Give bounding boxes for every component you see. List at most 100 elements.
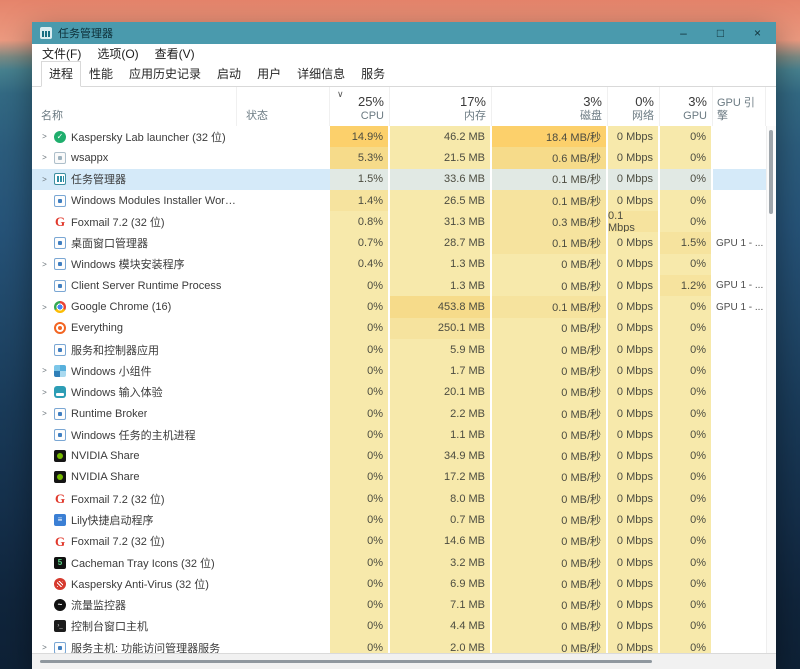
disk-cell: 0 MB/秒 <box>492 254 608 275</box>
column-header-gpu[interactable]: 3%GPU <box>660 87 713 127</box>
process-name: Client Server Runtime Process <box>71 280 221 292</box>
net-cell: 0 Mbps <box>608 445 660 466</box>
mem-cell: 20.1 MB <box>390 382 492 403</box>
horizontal-scrollbar[interactable] <box>32 653 776 669</box>
process-row[interactable]: >Windows Modules Installer Worker1.4%26.… <box>32 190 766 211</box>
process-row[interactable]: >Everything0%250.1 MB0 MB/秒0 Mbps0% <box>32 318 766 339</box>
maximize-button[interactable]: □ <box>702 22 739 44</box>
process-row[interactable]: >wsappx5.3%21.5 MB0.6 MB/秒0 Mbps0% <box>32 147 766 168</box>
gpu-engine-cell <box>713 190 766 211</box>
expand-chevron-icon[interactable]: > <box>40 388 49 397</box>
horizontal-scrollbar-thumb[interactable] <box>40 660 652 663</box>
gpu-engine-cell <box>713 488 766 509</box>
expand-chevron-icon[interactable]: > <box>40 409 49 418</box>
expand-chevron-icon[interactable]: > <box>40 132 49 141</box>
gpu-engine-cell <box>713 467 766 488</box>
column-header-net[interactable]: 0%网络 <box>608 87 660 127</box>
gpu-cell: 1.2% <box>660 275 713 296</box>
tab-services[interactable]: 服务 <box>353 61 393 87</box>
gpu-cell: 1.5% <box>660 232 713 253</box>
process-name: Runtime Broker <box>71 408 147 420</box>
process-name: 流量监控器 <box>71 597 126 613</box>
process-row[interactable]: >Lily快捷启动程序0%0.7 MB0 MB/秒0 Mbps0% <box>32 509 766 530</box>
column-header-gpueng[interactable]: GPU 引擎 <box>713 87 766 127</box>
process-row[interactable]: >Client Server Runtime Process0%1.3 MB0 … <box>32 275 766 296</box>
column-header-mem[interactable]: 17%内存 <box>390 87 492 127</box>
expand-chevron-icon[interactable]: > <box>40 303 49 312</box>
vertical-scrollbar-thumb[interactable] <box>769 130 773 214</box>
process-row[interactable]: >Google Chrome (16)0%453.8 MB0.1 MB/秒0 M… <box>32 296 766 317</box>
process-name-cell: >Windows 模块安装程序 <box>32 254 237 275</box>
gpu-engine-cell <box>713 509 766 530</box>
column-label: 内存 <box>464 110 486 123</box>
process-row[interactable]: >NVIDIA Share0%17.2 MB0 MB/秒0 Mbps0% <box>32 467 766 488</box>
column-header-row: 名称 状态 ∨25%CPU17%内存3%磁盘0%网络3%GPUGPU 引擎 <box>32 87 776 128</box>
tab-startup[interactable]: 启动 <box>209 61 249 87</box>
process-row[interactable]: >任务管理器1.5%33.6 MB0.1 MB/秒0 Mbps0% <box>32 169 766 190</box>
kav-icon <box>54 578 66 590</box>
mem-cell: 31.3 MB <box>390 211 492 232</box>
mem-cell: 33.6 MB <box>390 169 492 190</box>
process-name-cell: >桌面窗口管理器 <box>32 232 237 253</box>
cpu-cell: 0% <box>330 509 390 530</box>
cpu-cell: 0% <box>330 488 390 509</box>
vertical-scrollbar[interactable] <box>766 126 776 653</box>
traffic-icon <box>54 599 66 611</box>
gpu-engine-cell <box>713 169 766 190</box>
input-icon <box>54 386 66 398</box>
column-header-cpu[interactable]: ∨25%CPU <box>330 87 390 127</box>
tab-performance[interactable]: 性能 <box>81 61 121 87</box>
process-row[interactable]: >桌面窗口管理器0.7%28.7 MB0.1 MB/秒0 Mbps1.5%GPU… <box>32 232 766 253</box>
cpu-cell: 0% <box>330 318 390 339</box>
cpu-cell: 0% <box>330 637 390 653</box>
expand-chevron-icon[interactable]: > <box>40 175 49 184</box>
menu-item-file[interactable]: 文件(F) <box>42 45 81 62</box>
disk-cell: 0 MB/秒 <box>492 637 608 653</box>
process-row[interactable]: >Kaspersky Lab launcher (32 位)14.9%46.2 … <box>32 126 766 147</box>
expand-chevron-icon[interactable]: > <box>40 366 49 375</box>
title-bar[interactable]: 任务管理器 – □ × <box>32 22 776 44</box>
process-row[interactable]: >Windows 任务的主机进程0%1.1 MB0 MB/秒0 Mbps0% <box>32 424 766 445</box>
gpu-cell: 0% <box>660 169 713 190</box>
tab-users[interactable]: 用户 <box>249 61 289 87</box>
minimize-button[interactable]: – <box>665 22 702 44</box>
column-header-name[interactable]: 名称 <box>32 87 237 127</box>
expand-chevron-icon[interactable]: > <box>40 260 49 269</box>
disk-cell: 0 MB/秒 <box>492 339 608 360</box>
process-row[interactable]: >控制台窗口主机0%4.4 MB0 MB/秒0 Mbps0% <box>32 616 766 637</box>
gpu-engine-cell: GPU 1 - ... <box>713 232 766 253</box>
process-row[interactable]: >Foxmail 7.2 (32 位)0.8%31.3 MB0.3 MB/秒0.… <box>32 211 766 232</box>
mem-cell: 46.2 MB <box>390 126 492 147</box>
process-row[interactable]: >NVIDIA Share0%34.9 MB0 MB/秒0 Mbps0% <box>32 445 766 466</box>
process-row[interactable]: >Cacheman Tray Icons (32 位)0%3.2 MB0 MB/… <box>32 552 766 573</box>
menu-item-view[interactable]: 查看(V) <box>155 45 195 62</box>
tab-app-history[interactable]: 应用历史记录 <box>121 61 209 87</box>
process-row[interactable]: >服务和控制器应用0%5.9 MB0 MB/秒0 Mbps0% <box>32 339 766 360</box>
expand-chevron-icon[interactable]: > <box>40 643 49 652</box>
process-row[interactable]: >Kaspersky Anti-Virus (32 位)0%6.9 MB0 MB… <box>32 573 766 594</box>
column-header-status[interactable]: 状态 <box>237 87 330 127</box>
process-row[interactable]: >Windows 输入体验0%20.1 MB0 MB/秒0 Mbps0% <box>32 382 766 403</box>
generic-icon <box>54 237 66 249</box>
expand-chevron-icon[interactable]: > <box>40 153 49 162</box>
mem-cell: 17.2 MB <box>390 467 492 488</box>
close-button[interactable]: × <box>739 22 776 44</box>
process-row[interactable]: >流量监控器0%7.1 MB0 MB/秒0 Mbps0% <box>32 595 766 616</box>
status-cell <box>237 339 330 360</box>
net-cell: 0 Mbps <box>608 190 660 211</box>
process-row[interactable]: >Foxmail 7.2 (32 位)0%8.0 MB0 MB/秒0 Mbps0… <box>32 488 766 509</box>
menu-item-options[interactable]: 选项(O) <box>97 45 138 62</box>
process-row[interactable]: >Foxmail 7.2 (32 位)0%14.6 MB0 MB/秒0 Mbps… <box>32 531 766 552</box>
process-row[interactable]: >Runtime Broker0%2.2 MB0 MB/秒0 Mbps0% <box>32 403 766 424</box>
cpu-cell: 0% <box>330 552 390 573</box>
tab-details[interactable]: 详细信息 <box>289 61 353 87</box>
gpu-cell: 0% <box>660 318 713 339</box>
tab-processes[interactable]: 进程 <box>41 61 81 87</box>
process-row[interactable]: >Windows 模块安装程序0.4%1.3 MB0 MB/秒0 Mbps0% <box>32 254 766 275</box>
process-row[interactable]: >Windows 小组件0%1.7 MB0 MB/秒0 Mbps0% <box>32 360 766 381</box>
status-cell <box>237 232 330 253</box>
foxmail-icon <box>54 535 66 547</box>
column-header-disk[interactable]: 3%磁盘 <box>492 87 608 127</box>
net-cell: 0 Mbps <box>608 147 660 168</box>
process-row[interactable]: >服务主机: 功能访问管理器服务0%2.0 MB0 MB/秒0 Mbps0% <box>32 637 766 653</box>
